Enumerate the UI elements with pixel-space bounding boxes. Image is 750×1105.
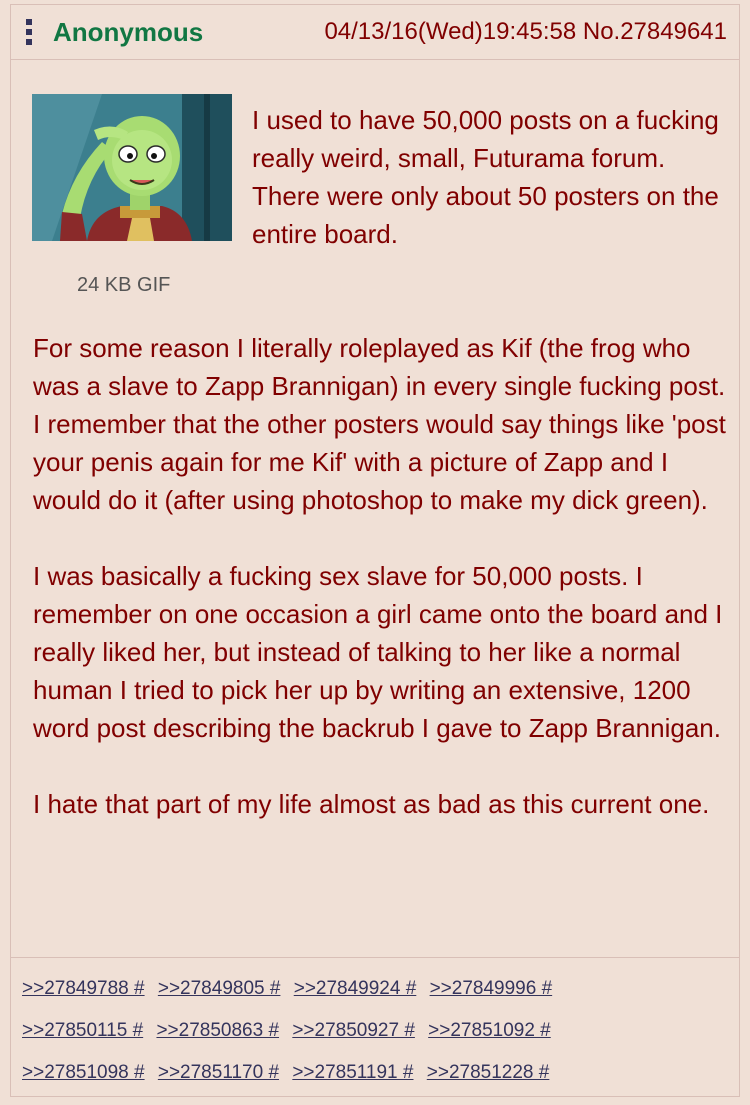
backlinks-row: >>27851098 # >>27851170 # >>27851191 # >…: [22, 1052, 739, 1094]
post-text-body: For some reason I literally roleplayed a…: [33, 329, 733, 861]
backlinks-section: >>27849788 # >>27849805 # >>27849924 # >…: [11, 957, 739, 1096]
post-text-intro: I used to have 50,000 posts on a fucking…: [252, 105, 719, 249]
reply-backlink[interactable]: >>27850115 #: [22, 1020, 143, 1041]
post-datetime: 04/13/16(Wed)19:45:58: [324, 18, 577, 45]
post-datetime-line: 04/13/16(Wed)19:45:58 No.27849641: [324, 17, 727, 47]
reply-backlink[interactable]: >>27849805 #: [158, 978, 281, 999]
poster-name: Anonymous: [53, 17, 204, 47]
reply-backlink[interactable]: >>27851098 #: [22, 1062, 145, 1083]
post-thumbnail[interactable]: [32, 94, 232, 241]
post-paragraph: I hate that part of my life almost as ba…: [33, 789, 710, 819]
backlinks-row: >>27849788 # >>27849805 # >>27849924 # >…: [22, 968, 739, 1010]
post-container: Anonymous 04/13/16(Wed)19:45:58 No.27849…: [10, 4, 740, 1097]
reply-backlink[interactable]: >>27850927 #: [292, 1020, 415, 1041]
vertical-ellipsis-icon[interactable]: [23, 17, 35, 47]
kif-salute-image: [32, 94, 232, 241]
backlinks-row: >>27850115 # >>27850863 # >>27850927 # >…: [22, 1010, 739, 1052]
reply-backlink[interactable]: >>27851228 #: [427, 1062, 550, 1083]
reply-backlink[interactable]: >>27851092 #: [428, 1020, 551, 1041]
reply-backlink[interactable]: >>27849788 #: [22, 978, 145, 999]
reply-backlink[interactable]: >>27851170 #: [158, 1062, 279, 1083]
post-paragraph: I was basically a fucking sex slave for …: [33, 561, 723, 743]
post-header: Anonymous 04/13/16(Wed)19:45:58 No.27849…: [11, 5, 739, 60]
post-number-link[interactable]: No.27849641: [583, 18, 727, 45]
reply-backlink[interactable]: >>27849996 #: [430, 978, 553, 999]
reply-backlink[interactable]: >>27849924 #: [294, 978, 417, 999]
reply-backlink[interactable]: >>27851191 #: [292, 1062, 413, 1083]
post-paragraph: For some reason I literally roleplayed a…: [33, 333, 726, 515]
reply-backlink[interactable]: >>27850863 #: [156, 1020, 279, 1041]
file-info: 24 KB GIF: [77, 274, 171, 296]
